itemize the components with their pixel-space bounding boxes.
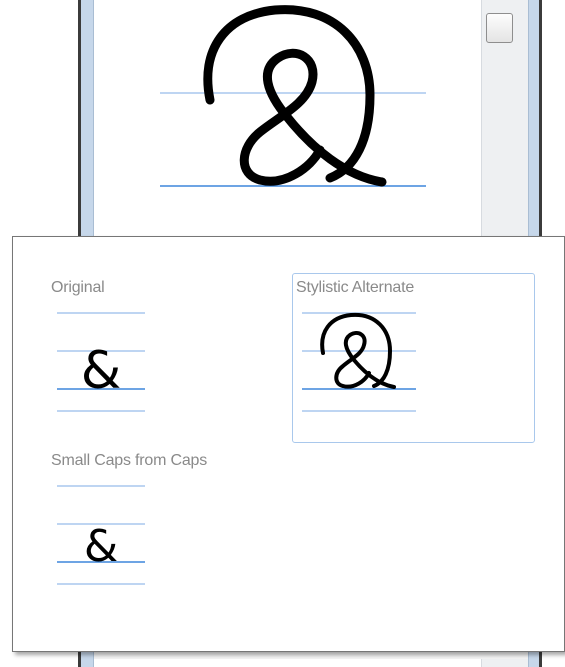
option-label: Stylistic Alternate [296, 279, 415, 296]
option-label: Original [51, 279, 105, 296]
option-preview: & [57, 312, 145, 412]
option-small-caps-from-caps[interactable]: Small Caps from Caps & [51, 452, 281, 592]
option-stylistic-alternate[interactable]: Stylistic Alternate [296, 279, 526, 419]
option-label: Small Caps from Caps [51, 452, 208, 469]
option-preview: & [57, 485, 145, 585]
option-original[interactable]: Original & [51, 279, 251, 419]
option-glyph: & [81, 341, 122, 401]
scrollbar-thumb[interactable] [486, 13, 513, 43]
glyph-alternates-popup: Original & Stylistic Alternate Small Cap… [12, 236, 565, 652]
stylistic-ampersand-large [203, 5, 387, 187]
option-preview [302, 312, 416, 412]
option-glyph: & [84, 521, 118, 572]
large-glyph-preview [160, 5, 426, 187]
